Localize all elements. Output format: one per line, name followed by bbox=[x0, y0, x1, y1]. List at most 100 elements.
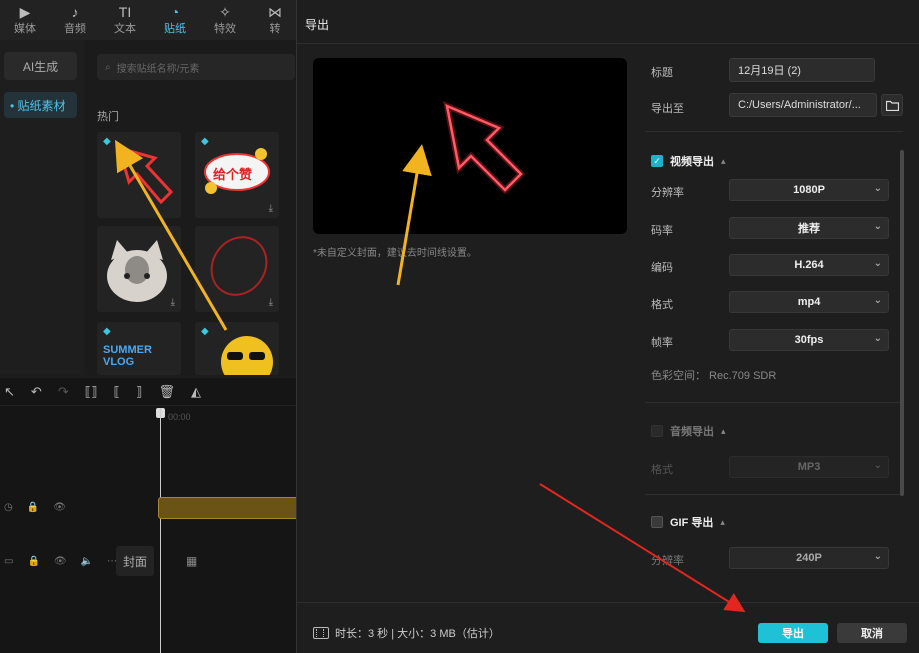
text-icon: TI bbox=[118, 4, 132, 20]
ai-generate-button[interactable]: AI生成 bbox=[4, 52, 77, 80]
timeline-toolbar: ↖ ↶ ↷ ⟦⟧ ⟦ ⟧ 🗑 ◭ bbox=[0, 378, 300, 406]
section-label-hot: 热门 bbox=[97, 111, 119, 123]
track-icon[interactable]: ▭ bbox=[4, 556, 13, 567]
main-track-controls: ▭ 🔒 👁 🔈 ⋯ bbox=[4, 556, 117, 567]
chevron-down-icon: ⌄ bbox=[873, 258, 882, 269]
chevron-down-icon: ⌄ bbox=[873, 221, 882, 232]
settings-scrollbar[interactable] bbox=[900, 150, 904, 496]
lock-icon[interactable]: 🔒 bbox=[27, 502, 39, 513]
diamond-icon: ◆ bbox=[103, 326, 111, 337]
download-icon[interactable]: ⤓ bbox=[269, 203, 273, 214]
download-icon[interactable]: ⤓ bbox=[269, 297, 273, 308]
red-circle-sticker[interactable]: ⤓ bbox=[195, 226, 279, 312]
split-icon[interactable]: ⟦⟧ bbox=[85, 384, 98, 400]
audio-export-toggle[interactable]: 音频导出 ▴ bbox=[651, 423, 726, 439]
transition-icon: ⋈ bbox=[268, 4, 282, 20]
sticker-track-controls: ◷ 🔒 👁 bbox=[4, 502, 66, 513]
bitrate-select[interactable]: 推荐 ⌄ bbox=[729, 217, 889, 239]
check-icon[interactable]: ✓ bbox=[651, 155, 663, 167]
sticker-panel: ⌕ 搜索贴纸名称/元素 热门 ◆ ◆ 给个赞 ⤓ ⤓ ⤓ ◆ SUMMER VL… bbox=[85, 40, 300, 388]
video-export-toggle[interactable]: ✓ 视频导出 ▴ bbox=[651, 153, 726, 169]
tab-audio[interactable]: ♪ 音频 bbox=[50, 0, 100, 40]
chevron-down-icon: ⌄ bbox=[873, 333, 882, 344]
audio-format-select[interactable]: MP3 ⌄ bbox=[729, 456, 889, 478]
collapse-caret-icon[interactable]: ▴ bbox=[721, 156, 726, 167]
export-path-input[interactable]: C:/Users/Administrator/... bbox=[729, 93, 877, 117]
chevron-down-icon: ⌄ bbox=[873, 183, 882, 194]
checkbox-icon[interactable] bbox=[651, 425, 663, 437]
clock-icon[interactable]: ◷ bbox=[4, 502, 13, 513]
codec-select[interactable]: H.264 ⌄ bbox=[729, 254, 889, 276]
neon-arrow-sticker[interactable]: ◆ bbox=[97, 132, 181, 218]
format-select[interactable]: mp4 ⌄ bbox=[729, 291, 889, 313]
dialog-title: 导出 bbox=[305, 18, 330, 32]
title-input[interactable]: 12月19日 (2) bbox=[729, 58, 875, 82]
dialog-footer: 时长：3 秒 | 大小：3 MB（估计） 导出 取消 bbox=[297, 602, 919, 653]
tab-text[interactable]: TI 文本 bbox=[100, 0, 150, 40]
playhead-line bbox=[160, 408, 161, 653]
framerate-select[interactable]: 30fps ⌄ bbox=[729, 329, 889, 351]
trim-left-icon[interactable]: ⟦ bbox=[114, 384, 120, 400]
undo-icon[interactable]: ↶ bbox=[31, 384, 42, 400]
cat-sticker[interactable]: ⤓ bbox=[97, 226, 181, 312]
sticker-search-input[interactable]: ⌕ 搜索贴纸名称/元素 bbox=[97, 54, 295, 80]
tab-effects[interactable]: ✧ 特效 bbox=[200, 0, 250, 40]
download-icon[interactable]: ⤓ bbox=[171, 297, 175, 308]
gei-ge-zan-sticker[interactable]: ◆ 给个赞 ⤓ bbox=[195, 132, 279, 218]
export-dialog: 导出 *未自定义封面，建议去时间线设置。 标题 12月19日 (2) 导出至 C… bbox=[296, 0, 919, 653]
browse-folder-button[interactable] bbox=[881, 94, 903, 116]
cancel-button[interactable]: 取消 bbox=[837, 623, 907, 643]
sticker-text: 给个赞 bbox=[213, 167, 253, 182]
sidebar-item-sticker-material[interactable]: • 贴纸素材 bbox=[4, 92, 77, 118]
gif-export-toggle[interactable]: GIF 导出 ▴ bbox=[651, 514, 725, 530]
color-space-info: 色彩空间： Rec.709 SDR bbox=[651, 370, 777, 382]
redo-icon[interactable]: ↷ bbox=[58, 384, 69, 400]
cover-button[interactable]: 封面 bbox=[116, 546, 154, 576]
effects-icon: ✧ bbox=[219, 4, 231, 20]
film-icon bbox=[313, 627, 329, 639]
tab-transition[interactable]: ⋈ 转 bbox=[250, 0, 300, 40]
checkbox-icon[interactable] bbox=[651, 516, 663, 528]
export-to-label: 导出至 bbox=[651, 103, 684, 115]
collapse-caret-icon[interactable]: ▴ bbox=[720, 517, 725, 528]
lock-icon[interactable]: 🔒 bbox=[27, 556, 39, 567]
diamond-icon: ◆ bbox=[201, 136, 209, 147]
sticker-text: SUMMER VLOG bbox=[103, 344, 152, 368]
format-label: 格式 bbox=[651, 299, 673, 311]
chevron-down-icon: ⌄ bbox=[873, 551, 882, 562]
select-tool-icon[interactable]: ↖ bbox=[4, 384, 15, 400]
timeline-panel: ↖ ↶ ↷ ⟦⟧ ⟦ ⟧ 🗑 ◭ 00:00 ◷ 🔒 👁 ▭ 🔒 👁 🔈 ⋯ 封… bbox=[0, 378, 300, 653]
sticker-clip[interactable] bbox=[158, 497, 300, 519]
sticker-icon: ◔ bbox=[170, 4, 180, 20]
sunglasses-emoji-sticker[interactable]: ◆ bbox=[195, 322, 279, 388]
chevron-down-icon: ⌄ bbox=[873, 295, 882, 306]
gif-resolution-label: 分辨率 bbox=[651, 555, 684, 567]
film-icon: ▦ bbox=[186, 554, 198, 568]
export-button[interactable]: 导出 bbox=[758, 623, 828, 643]
collapse-caret-icon[interactable]: ▴ bbox=[721, 426, 726, 437]
title-label: 标题 bbox=[651, 67, 673, 79]
tab-media[interactable]: ▶ 媒体 bbox=[0, 0, 50, 40]
neon-arrow-preview-graphic bbox=[442, 101, 526, 195]
gif-resolution-select[interactable]: 240P ⌄ bbox=[729, 547, 889, 569]
audio-format-label: 格式 bbox=[651, 464, 673, 476]
divider bbox=[645, 131, 903, 132]
trim-right-icon[interactable]: ⟧ bbox=[136, 384, 142, 400]
export-summary: 时长：3 秒 | 大小：3 MB（估计） bbox=[313, 625, 500, 641]
volume-icon[interactable]: 🔈 bbox=[81, 556, 93, 567]
delete-icon[interactable]: 🗑 bbox=[158, 384, 175, 400]
summer-vlog-sticker[interactable]: ◆ SUMMER VLOG bbox=[97, 322, 181, 375]
resolution-select[interactable]: 1080P ⌄ bbox=[729, 179, 889, 201]
bitrate-label: 码率 bbox=[651, 225, 673, 237]
editor-background: ▶ 媒体 ♪ 音频 TI 文本 ◔ 贴纸 ✧ 特效 ⋈ 转 AI生成 • 贴纸素… bbox=[0, 0, 300, 653]
diamond-icon: ◆ bbox=[201, 326, 209, 337]
diamond-icon: ◆ bbox=[103, 136, 111, 147]
mirror-icon[interactable]: ◭ bbox=[191, 384, 201, 400]
audio-icon: ♪ bbox=[71, 4, 79, 20]
tab-sticker[interactable]: ◔ 贴纸 bbox=[150, 0, 200, 40]
divider bbox=[645, 402, 903, 403]
dialog-header: 导出 bbox=[297, 0, 919, 44]
eye-icon[interactable]: 👁 bbox=[53, 502, 66, 513]
eye-icon[interactable]: 👁 bbox=[54, 556, 67, 567]
export-preview bbox=[313, 58, 627, 234]
